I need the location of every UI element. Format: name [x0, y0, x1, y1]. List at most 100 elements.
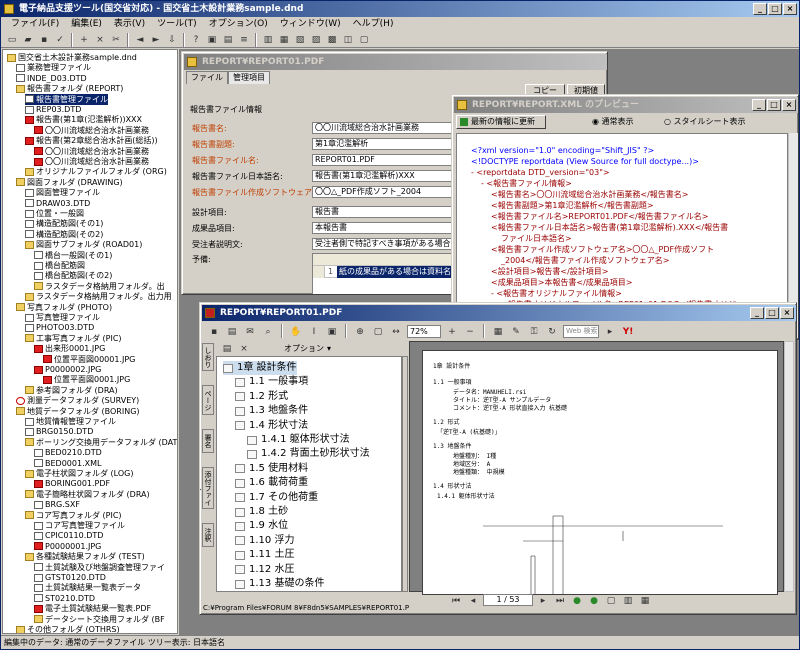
- tree-item[interactable]: 報告書(第1章(氾濫解析))XXX: [25, 114, 142, 125]
- panel-splitter[interactable]: [402, 356, 408, 592]
- close-button[interactable]: ×: [783, 3, 797, 15]
- web-search-input[interactable]: Web 検索: [563, 324, 599, 338]
- tree-item[interactable]: 電子簡略柱状図フォルダ (DRA): [25, 489, 150, 500]
- bookmark-item[interactable]: 1.12 水圧: [235, 563, 294, 577]
- lock-icon[interactable]: ⚿: [527, 325, 541, 339]
- bookmark-item[interactable]: 1.6 載荷荷重: [235, 476, 308, 490]
- bookmark-item[interactable]: 1.4.2 背面土砂形状寸法: [247, 447, 370, 461]
- menu-edit[interactable]: 編集(E): [65, 17, 108, 32]
- tree-item[interactable]: BED0001.XML: [34, 458, 101, 469]
- search-go-icon[interactable]: ▸: [603, 325, 617, 339]
- back-icon[interactable]: ●: [570, 594, 584, 608]
- pdf-maximize-button[interactable]: □: [765, 307, 779, 319]
- tree-item[interactable]: 位置・一般図: [25, 208, 84, 219]
- menu-window[interactable]: ウィンドウ(W): [274, 17, 347, 32]
- hand-icon[interactable]: ✋: [289, 325, 303, 339]
- page-number-field[interactable]: 1 / 53: [483, 594, 533, 606]
- bookmark-panel[interactable]: 1章 設計条件 1.1 一般事項 1.2 形式 1.3 地盤条件 1.4 形状寸法 1.4…: [216, 356, 402, 592]
- tree-item[interactable]: GTST0120.DTD: [34, 572, 106, 583]
- facing-icon[interactable]: ▦: [638, 594, 652, 608]
- menu-tools[interactable]: ツール(T): [151, 17, 203, 32]
- pdf-side-tab[interactable]: ページ: [202, 385, 214, 415]
- layout6-icon[interactable]: ◫: [341, 33, 355, 47]
- tree-item[interactable]: ボーリング交換用データフォルダ (DATA): [25, 437, 177, 448]
- rotate-icon[interactable]: ↻: [545, 325, 559, 339]
- bookmark-panel-icon[interactable]: ▤: [220, 342, 234, 356]
- tree-item[interactable]: 土質試験及び地盤調査管理ファイ: [34, 562, 165, 573]
- tree-item[interactable]: 国交省土木設計業務sample.dnd: [7, 52, 137, 63]
- radio-stylesheet[interactable]: ○ スタイルシート表示: [664, 116, 746, 127]
- prev-icon[interactable]: ◄: [133, 33, 147, 47]
- menu-options[interactable]: オプション(O): [203, 17, 274, 32]
- zoom-field[interactable]: 72%: [407, 324, 441, 338]
- image-icon[interactable]: ▣: [205, 33, 219, 47]
- tree-item[interactable]: ラスタデータ格納用フォルダ。出力用: [25, 291, 172, 302]
- minimize-button[interactable]: _: [753, 3, 767, 15]
- tree-item[interactable]: 橋台配筋図: [34, 260, 85, 271]
- yahoo-icon[interactable]: Y!: [621, 325, 635, 339]
- pdf-side-tab[interactable]: 署名: [202, 429, 214, 453]
- open-icon[interactable]: ▰: [21, 33, 35, 47]
- search-icon[interactable]: ⌕: [261, 325, 275, 339]
- pdf-side-tab[interactable]: 添付ファイル: [200, 467, 214, 509]
- tree-item[interactable]: 電子土質試験結果一覧表.PDF: [34, 603, 151, 614]
- bookmark-item[interactable]: 1.4.1 躯体形状寸法: [247, 433, 350, 447]
- layout4-icon[interactable]: ▨: [309, 33, 323, 47]
- forward-icon[interactable]: ●: [587, 594, 601, 608]
- zoom-out-icon[interactable]: −: [463, 325, 477, 339]
- report-window-title-bar[interactable]: REPORT¥REPORT01.PDF: [184, 54, 607, 70]
- tree-item[interactable]: INDE_D03.DTD: [16, 73, 87, 84]
- export-icon[interactable]: ⇩: [165, 33, 179, 47]
- fit-page-icon[interactable]: ▢: [371, 325, 385, 339]
- tree-item[interactable]: 土質試験結果一覧表データ: [34, 582, 141, 593]
- tree-item[interactable]: 橋台配筋図(その2): [34, 270, 112, 281]
- help-icon[interactable]: ?: [189, 33, 203, 47]
- radio-normal[interactable]: ◉ 通常表示: [592, 116, 634, 127]
- first-page-icon[interactable]: ⏮: [449, 594, 463, 608]
- layout3-icon[interactable]: ▧: [293, 33, 307, 47]
- chevron-down-icon[interactable]: ▾: [327, 344, 331, 353]
- tree-item[interactable]: 報告書管理ファイル: [25, 93, 108, 105]
- tree-item[interactable]: 構造配筋図(その2): [25, 229, 103, 240]
- folder-tree[interactable]: 国交省土木設計業務sample.dnd 業務管理ファイル INDE_D03.DTD 報…: [2, 49, 178, 634]
- tree-item[interactable]: DRAW03.DTD: [25, 198, 90, 209]
- tree-item[interactable]: その他フォルダ (OTHRS): [16, 624, 120, 633]
- tree-item[interactable]: 地質データフォルダ (BORING): [16, 406, 140, 417]
- menu-help[interactable]: ヘルプ(H): [347, 17, 400, 32]
- pdf-minimize-button[interactable]: _: [750, 307, 764, 319]
- save-icon[interactable]: ▪: [207, 325, 221, 339]
- refresh-button[interactable]: 最新の情報に更新: [456, 115, 546, 129]
- tree-item[interactable]: BED0210.DTD: [34, 447, 102, 458]
- tree-item[interactable]: P0000002.JPG: [34, 364, 101, 375]
- xml-maximize-button[interactable]: □: [767, 99, 781, 111]
- tree-item[interactable]: 位置平面図00001.JPG: [43, 354, 135, 365]
- tab-management[interactable]: 管理項目: [228, 71, 270, 84]
- tree-item[interactable]: データシート交換用フォルダ (BF: [34, 614, 165, 625]
- tree-item[interactable]: 〇〇川流域総合治水計画業務: [34, 125, 149, 136]
- list-icon[interactable]: ≡: [237, 33, 251, 47]
- bookmark-item[interactable]: 1.3 地盤条件: [235, 404, 308, 418]
- maximize-button[interactable]: □: [768, 3, 782, 15]
- bookmark-item[interactable]: 1.11 土圧: [235, 548, 294, 562]
- tree-item[interactable]: 報告書(第2章総合治水計画(総括)): [25, 135, 158, 146]
- last-page-icon[interactable]: ⏭: [553, 594, 567, 608]
- delete-icon[interactable]: ×: [93, 33, 107, 47]
- bookmark-item[interactable]: 1.5 使用材料: [235, 462, 308, 476]
- tree-item[interactable]: 写真フォルダ (PHOTO): [16, 302, 112, 313]
- bookmark-item[interactable]: 1.7 その他荷重: [235, 491, 318, 505]
- pdf-side-tab[interactable]: しおり: [202, 343, 214, 371]
- fit-width-icon[interactable]: ↔: [389, 325, 403, 339]
- continuous-icon[interactable]: ▥: [621, 594, 635, 608]
- xml-minimize-button[interactable]: _: [752, 99, 766, 111]
- tree-item[interactable]: コア写真フォルダ (PIC): [25, 510, 122, 521]
- page-setup-icon[interactable]: ▦: [491, 325, 505, 339]
- print-icon[interactable]: ▤: [225, 325, 239, 339]
- layout7-icon[interactable]: ▢: [357, 33, 371, 47]
- tree-item[interactable]: 地質情報管理ファイル: [25, 416, 116, 427]
- tree-item[interactable]: 写真管理ファイル: [25, 312, 100, 323]
- tree-item[interactable]: BRG0150.DTD: [25, 426, 93, 437]
- select-icon[interactable]: I: [307, 325, 321, 339]
- tree-item[interactable]: 各種試験結果フォルダ (TEST): [25, 551, 145, 562]
- single-page-icon[interactable]: ▢: [604, 594, 618, 608]
- tree-item[interactable]: REP03.DTD: [25, 104, 81, 115]
